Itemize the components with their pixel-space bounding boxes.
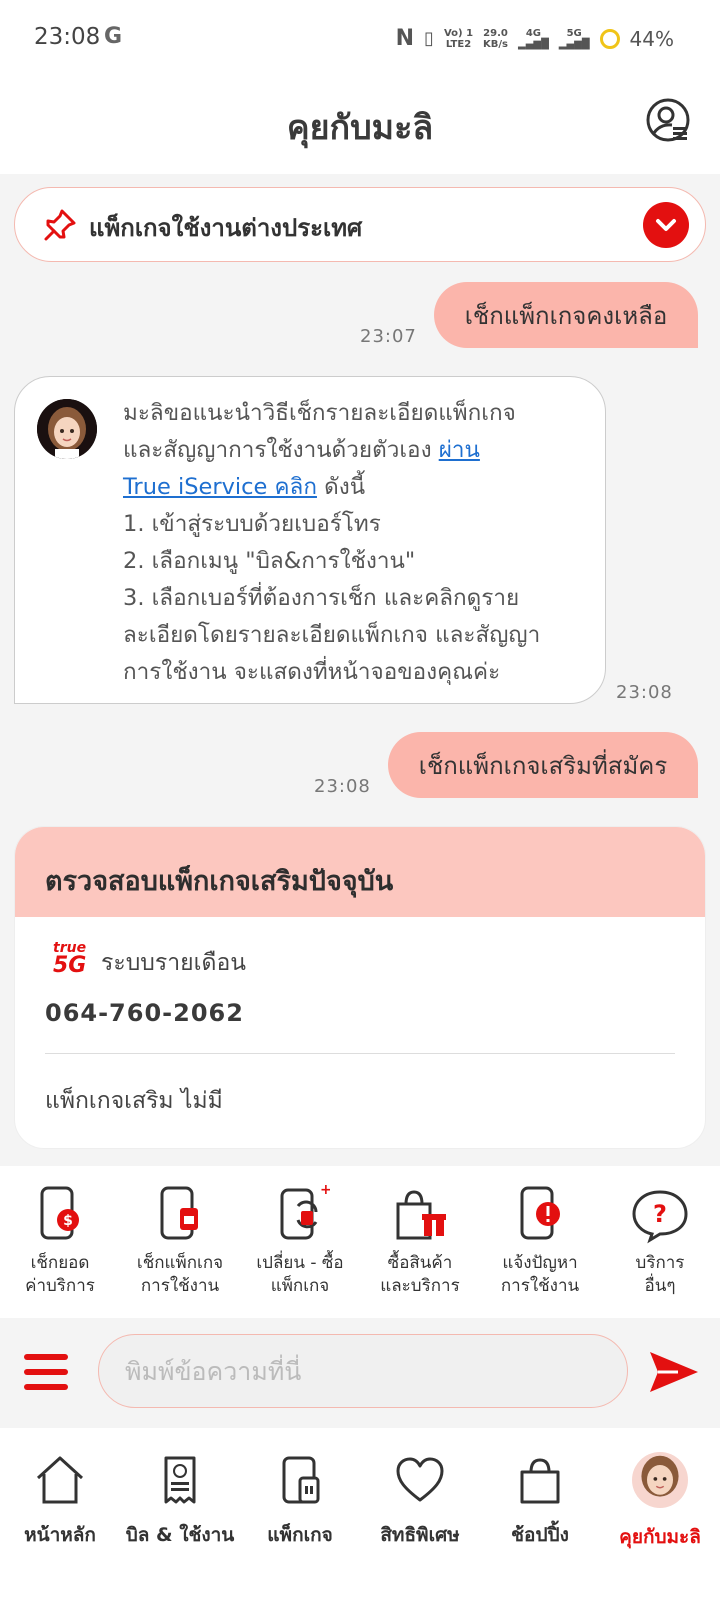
- divider: [45, 1053, 675, 1054]
- svg-text:?: ?: [653, 1200, 667, 1228]
- nav-item-package[interactable]: แพ็กเกจ: [240, 1428, 360, 1600]
- nfc-icon: N: [395, 26, 415, 51]
- bot-message-text: มะลิขอแนะนำวิธีเช็กรายละเอียดแพ็กเกจ และ…: [123, 400, 541, 685]
- home-icon: [36, 1456, 84, 1504]
- user-message-bubble: เช็กแพ็กเกจเสริมที่สมัคร: [388, 732, 698, 798]
- nav-item-bill[interactable]: บิล & ใช้งาน: [120, 1428, 240, 1600]
- message-input[interactable]: [98, 1334, 628, 1408]
- nav-label: แพ็กเกจ: [267, 1524, 333, 1546]
- phone-number: 064-760-2062: [45, 999, 244, 1027]
- nav-item-chat-mali[interactable]: คุยกับมะลิ: [600, 1428, 720, 1600]
- bot-message-bubble: มะลิขอแนะนำวิธีเช็กรายละเอียดแพ็กเกจ และ…: [14, 376, 606, 704]
- true-5g-logo: true 5G: [53, 940, 87, 978]
- message-time: 23:08: [314, 776, 371, 797]
- bill-icon: [164, 1456, 196, 1504]
- addon-package-card: ตรวจสอบแพ็กเกจเสริมปัจจุบัน true 5G ระบบ…: [14, 826, 706, 1149]
- iservice-link[interactable]: ผ่าน: [439, 437, 480, 463]
- pinned-topic-bar[interactable]: แพ็กเกจใช้งานต่างประเทศ: [14, 187, 706, 262]
- nav-item-home[interactable]: หน้าหลัก: [0, 1428, 120, 1600]
- mali-avatar-icon: [632, 1452, 688, 1508]
- page-title: คุยกับมะลิ: [286, 108, 434, 148]
- status-indicators: N ▯ Vo) 1 LTE2 29.0 KB/s 4G ▂▄▆█ 5G ▂▄▆█ 4…: [396, 26, 674, 51]
- app-header: คุยกับมะลิ: [0, 78, 720, 174]
- nav-label: หน้าหลัก: [24, 1524, 96, 1546]
- chevron-down-icon[interactable]: [643, 202, 689, 248]
- signal-5g-icon: 5G ▂▄▆█: [558, 27, 590, 50]
- mali-avatar: [37, 399, 97, 459]
- vibrate-icon: ▯: [424, 28, 434, 49]
- profile-icon[interactable]: [646, 98, 692, 144]
- user-message-text: เช็กแพ็กเกจเสริมที่สมัคร: [418, 751, 668, 780]
- nav-item-privileges[interactable]: สิทธิพิเศษ: [360, 1428, 480, 1600]
- pinned-topic-label: แพ็กเกจใช้งานต่างประเทศ: [89, 214, 363, 242]
- quick-action-check-package[interactable]: เช็กแพ็กเกจ การใช้งาน: [120, 1166, 240, 1318]
- menu-icon[interactable]: [24, 1354, 68, 1392]
- send-icon[interactable]: [648, 1348, 700, 1396]
- battery-percent: 44%: [629, 26, 674, 51]
- svg-text:$: $: [63, 1213, 73, 1229]
- addon-status: แพ็กเกจเสริม ไม่มี: [45, 1088, 223, 1114]
- shopping-bag-icon: [520, 1458, 560, 1504]
- phone-sim-icon: [160, 1186, 198, 1240]
- card-title: ตรวจสอบแพ็กเกจเสริมปัจจุบัน: [15, 827, 705, 917]
- bottom-nav: หน้าหลัก บิล & ใช้งาน แพ็กเกจ สิทธิพิเศษ…: [0, 1428, 720, 1600]
- quick-action-check-bill[interactable]: $ เช็กยอด ค่าบริการ: [0, 1166, 120, 1318]
- quick-action-other-services[interactable]: ? บริการ อื่นๆ: [600, 1166, 720, 1318]
- quick-actions-bar: $ เช็กยอด ค่าบริการ เช็กแพ็กเกจ การใช้งาน …: [0, 1166, 720, 1318]
- network-speed: 29.0 KB/s: [483, 27, 509, 50]
- google-g-icon: G: [104, 24, 123, 49]
- phone-swap-icon: +: [280, 1184, 330, 1240]
- heart-icon: [396, 1457, 444, 1502]
- user-message-text: เช็กแพ็กเกจคงเหลือ: [464, 301, 668, 330]
- message-time: 23:07: [360, 326, 417, 347]
- phone-alert-icon: [520, 1186, 560, 1240]
- plan-type: ระบบรายเดือน: [101, 950, 246, 976]
- user-message-bubble: เช็กแพ็กเกจคงเหลือ: [434, 282, 698, 348]
- shopping-gift-icon: [396, 1190, 446, 1240]
- status-bar: 23:08 G N ▯ Vo) 1 LTE2 29.0 KB/s 4G ▂▄▆█ …: [0, 0, 720, 78]
- quick-action-change-package[interactable]: + เปลี่ยน - ซื้อ แพ็กเกจ: [240, 1166, 360, 1318]
- message-composer: [0, 1318, 720, 1428]
- phone-bill-icon: $: [40, 1186, 79, 1240]
- message-time: 23:08: [616, 682, 673, 703]
- package-icon: [282, 1456, 320, 1504]
- nav-label: บิล & ใช้งาน: [125, 1524, 235, 1546]
- nav-label: สิทธิพิเศษ: [380, 1524, 460, 1546]
- quick-action-shop[interactable]: ซื้อสินค้า และบริการ: [360, 1166, 480, 1318]
- svg-text:+: +: [320, 1184, 330, 1198]
- nav-label: คุยกับมะลิ: [619, 1526, 701, 1548]
- quick-action-report-problem[interactable]: แจ้งปัญหา การใช้งาน: [480, 1166, 600, 1318]
- nav-label: ช้อปปิ้ง: [511, 1524, 569, 1546]
- pin-icon: [44, 209, 76, 241]
- question-bubble-icon: ?: [632, 1190, 688, 1244]
- nav-item-shopping[interactable]: ช้อปปิ้ง: [480, 1428, 600, 1600]
- battery-icon: [599, 28, 620, 49]
- signal-4g-icon: 4G ▂▄▆█: [518, 27, 549, 50]
- volte-indicator: Vo) 1 LTE2: [443, 27, 474, 50]
- iservice-link-2[interactable]: True iService คลิก: [123, 474, 317, 500]
- status-time: 23:08: [34, 24, 101, 50]
